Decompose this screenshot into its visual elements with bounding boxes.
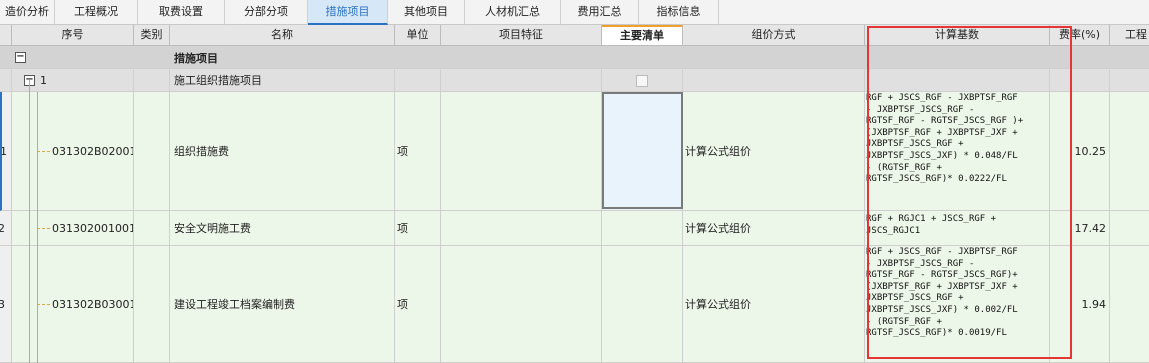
tab-index-info[interactable]: 指标信息 (639, 0, 719, 25)
header-corner (0, 25, 12, 46)
item-pricing[interactable]: 计算公式组价 (683, 246, 865, 363)
item-rate[interactable]: 17.42 (1050, 211, 1110, 246)
header-rate[interactable]: 费率(%) (1050, 25, 1110, 46)
item-code[interactable]: 031302B02001 (12, 92, 134, 211)
tab-project-overview[interactable]: 工程概况 (55, 0, 138, 25)
item-feature[interactable] (441, 246, 602, 363)
item-pricing[interactable]: 计算公式组价 (683, 211, 865, 246)
group-row[interactable]: − 措施项目 (0, 46, 1149, 69)
item-main-list-cell[interactable] (602, 246, 683, 363)
measures-grid: 序号 类别 名称 单位 项目特征 主要清单 组价方式 计算基数 费率(%) 工程… (0, 25, 1149, 363)
tab-cost-summary[interactable]: 费用汇总 (561, 0, 639, 25)
tab-sub-items[interactable]: 分部分项 (225, 0, 308, 25)
subgroup-name: 施工组织措施项目 (170, 69, 395, 92)
header-seq[interactable]: 序号 (12, 25, 134, 46)
row-index: 3 (0, 246, 12, 363)
item-code[interactable]: 031302001001 (12, 211, 134, 246)
header-unit[interactable]: 单位 (395, 25, 441, 46)
header-extra[interactable]: 工程 (1110, 25, 1149, 46)
item-name[interactable]: 组织措施费 (170, 92, 395, 211)
tab-measures[interactable]: 措施项目 (308, 0, 388, 25)
item-unit[interactable]: 项 (395, 246, 441, 363)
item-feature[interactable] (441, 211, 602, 246)
tree-connector-line (37, 151, 50, 152)
collapse-toggle-icon[interactable]: − (15, 52, 26, 63)
header-feature[interactable]: 项目特征 (441, 25, 602, 46)
item-basis-formula[interactable]: RGF + RGJC1 + JSCS_RGF + JSCS_RGJC1 (865, 211, 1050, 246)
header-basis[interactable]: 计算基数 (865, 25, 1050, 46)
item-category[interactable] (134, 92, 170, 211)
tab-cost-analysis[interactable]: 造价分析 (0, 0, 55, 25)
item-basis-formula[interactable]: RGF + JSCS_RGF - JXBPTSF_RGF - JXBPTSF_J… (865, 92, 1050, 211)
header-name[interactable]: 名称 (170, 25, 395, 46)
main-list-checkbox[interactable] (636, 75, 648, 87)
tab-other-items[interactable]: 其他项目 (388, 0, 465, 25)
item-basis-formula[interactable]: RGF + JSCS_RGF - JXBPTSF_RGF - JXBPTSF_J… (865, 246, 1050, 363)
item-code[interactable]: 031302B03001 (12, 246, 134, 363)
tab-fee-settings[interactable]: 取费设置 (138, 0, 225, 25)
table-row[interactable]: 3 031302B03001 建设工程竣工档案编制费 项 计算公式组价 RGF … (0, 246, 1149, 363)
tree-connector-line (29, 80, 30, 363)
header-main-list[interactable]: 主要清单 (602, 25, 683, 46)
group-name: 措施项目 (174, 51, 218, 65)
selected-cell-outline (602, 92, 683, 209)
item-category[interactable] (134, 246, 170, 363)
tab-labor-material-summary[interactable]: 人材机汇总 (465, 0, 561, 25)
item-unit[interactable]: 项 (395, 211, 441, 246)
subgroup-row[interactable]: − 1 施工组织措施项目 (0, 69, 1149, 92)
tree-connector-line (37, 304, 50, 305)
table-row[interactable]: 1 031302B02001 组织措施费 项 计算公式组价 RGF + JSCS… (0, 92, 1149, 211)
subgroup-seq: 1 (40, 74, 47, 87)
item-rate[interactable]: 10.25 (1050, 92, 1110, 211)
header-category[interactable]: 类别 (134, 25, 170, 46)
item-name[interactable]: 建设工程竣工档案编制费 (170, 246, 395, 363)
row-index: 1 (0, 92, 12, 211)
item-unit[interactable]: 项 (395, 92, 441, 211)
item-main-list-cell[interactable] (602, 211, 683, 246)
item-category[interactable] (134, 211, 170, 246)
table-row[interactable]: 2 031302001001 安全文明施工费 项 计算公式组价 RGF + RG… (0, 211, 1149, 246)
tab-bar: 造价分析 工程概况 取费设置 分部分项 措施项目 其他项目 人材机汇总 费用汇总… (0, 0, 1149, 25)
row-index: 2 (0, 211, 12, 246)
header-pricing[interactable]: 组价方式 (683, 25, 865, 46)
item-rate[interactable]: 1.94 (1050, 246, 1110, 363)
tree-connector-line (37, 228, 50, 229)
item-pricing[interactable]: 计算公式组价 (683, 92, 865, 211)
item-name[interactable]: 安全文明施工费 (170, 211, 395, 246)
item-feature[interactable] (441, 92, 602, 211)
